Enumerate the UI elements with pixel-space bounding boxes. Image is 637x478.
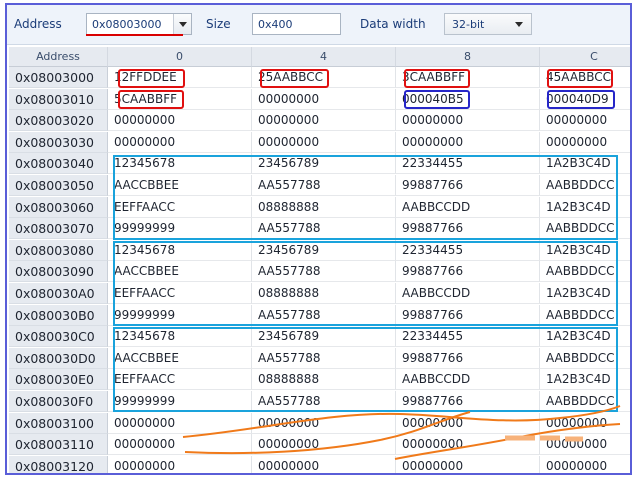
memory-value-cell[interactable]: 00000000 bbox=[540, 434, 630, 456]
memory-value-cell[interactable]: 00000000 bbox=[540, 413, 630, 434]
memory-value-cell[interactable]: 00000000 bbox=[252, 455, 396, 473]
row-address: 0x08003030 bbox=[9, 131, 108, 153]
size-label: Size bbox=[206, 17, 231, 31]
row-address: 0x080030F0 bbox=[9, 391, 108, 412]
group-outline bbox=[113, 327, 618, 412]
highlight-marker bbox=[260, 69, 329, 88]
data-width-select[interactable]: 32-bit bbox=[444, 13, 532, 35]
memory-value-cell[interactable]: 00000000 bbox=[540, 456, 630, 473]
row-address: 0x08003100 bbox=[9, 412, 108, 434]
data-width-value: 32-bit bbox=[452, 18, 485, 31]
memory-toolbar: Address 0x08003000 Size 0x400 Data width… bbox=[7, 5, 630, 45]
memory-row: 0x08003120 00000000 00000000 00000000 000000… bbox=[9, 455, 630, 473]
chevron-down-icon bbox=[179, 22, 187, 27]
memory-view-window: Address 0x08003000 Size 0x400 Data width… bbox=[5, 3, 632, 475]
memory-value-cell[interactable]: 00000000 bbox=[540, 110, 630, 132]
memory-row: 0x08003030 00000000 00000000 00000000 000000… bbox=[9, 131, 630, 153]
column-header-offset-4[interactable]: 4 bbox=[252, 47, 396, 67]
memory-value-cell[interactable]: 00000000 bbox=[252, 88, 396, 110]
address-label: Address bbox=[14, 17, 62, 31]
row-address: 0x08003010 bbox=[9, 88, 108, 110]
row-address: 0x080030C0 bbox=[9, 326, 108, 348]
address-input[interactable]: 0x08003000 bbox=[92, 18, 162, 31]
address-dropdown-button[interactable] bbox=[173, 14, 191, 34]
column-header-address[interactable]: Address bbox=[9, 47, 108, 67]
memory-value-cell[interactable]: 00000000 bbox=[396, 455, 540, 473]
highlight-marker bbox=[547, 69, 613, 88]
row-address: 0x080030D0 bbox=[9, 347, 108, 369]
memory-value-cell[interactable]: 00000000 bbox=[108, 110, 252, 132]
highlight-marker bbox=[404, 90, 470, 109]
highlight-marker bbox=[118, 90, 184, 109]
group-outline bbox=[113, 241, 618, 326]
memory-value-cell[interactable]: 00000000 bbox=[252, 131, 396, 153]
row-address: 0x08003080 bbox=[9, 239, 108, 261]
column-header-offset-c[interactable]: C bbox=[540, 47, 630, 67]
memory-row: 0x08003110 00000000 00000000 00000000 000000… bbox=[9, 434, 630, 456]
size-input[interactable]: 0x400 bbox=[258, 18, 293, 31]
row-address: 0x08003120 bbox=[9, 455, 108, 473]
chevron-down-icon bbox=[515, 22, 523, 27]
data-width-label: Data width bbox=[360, 17, 426, 31]
row-address: 0x08003090 bbox=[9, 261, 108, 283]
memory-value-cell[interactable]: 00000000 bbox=[108, 455, 252, 473]
highlight-marker bbox=[404, 69, 470, 88]
memory-value-cell[interactable]: 00000000 bbox=[108, 434, 252, 456]
row-address: 0x08003050 bbox=[9, 175, 108, 196]
row-address: 0x08003110 bbox=[9, 434, 108, 456]
memory-value-cell[interactable]: 00000000 bbox=[252, 110, 396, 132]
column-header-offset-8[interactable]: 8 bbox=[396, 47, 540, 67]
memory-value-cell[interactable]: 00000000 bbox=[540, 132, 630, 153]
memory-value-cell[interactable]: 00000000 bbox=[396, 412, 540, 434]
memory-row: 0x08003010 5CAABBFF 00000000 000040B5 000040… bbox=[9, 88, 630, 110]
memory-value-cell[interactable]: 00000000 bbox=[108, 412, 252, 434]
memory-value-cell[interactable]: 00000000 bbox=[396, 434, 540, 456]
highlight-marker bbox=[547, 90, 615, 109]
row-address: 0x08003000 bbox=[9, 67, 108, 88]
address-combobox[interactable]: 0x08003000 bbox=[86, 13, 192, 35]
memory-value-cell[interactable]: 00000000 bbox=[396, 131, 540, 153]
row-address: 0x080030B0 bbox=[9, 304, 108, 326]
memory-row: 0x08003020 00000000 00000000 00000000 000000… bbox=[9, 110, 630, 132]
column-header-offset-0[interactable]: 0 bbox=[108, 47, 252, 67]
memory-value-cell[interactable]: 00000000 bbox=[252, 412, 396, 434]
row-address: 0x080030A0 bbox=[9, 283, 108, 304]
memory-value-cell[interactable]: 00000000 bbox=[108, 131, 252, 153]
row-address: 0x08003020 bbox=[9, 110, 108, 132]
size-field[interactable]: 0x400 bbox=[252, 13, 341, 35]
memory-value-cell[interactable]: 00000000 bbox=[396, 110, 540, 132]
row-address: 0x08003060 bbox=[9, 196, 108, 218]
group-outline bbox=[113, 155, 618, 240]
row-address: 0x08003040 bbox=[9, 153, 108, 175]
address-highlight-underline bbox=[86, 34, 183, 36]
highlight-marker bbox=[118, 69, 185, 88]
row-address: 0x080030E0 bbox=[9, 369, 108, 391]
row-address: 0x08003070 bbox=[9, 218, 108, 240]
memory-value-cell[interactable]: 00000000 bbox=[252, 434, 396, 456]
memory-row: 0x08003100 00000000 00000000 00000000 000000… bbox=[9, 412, 630, 434]
